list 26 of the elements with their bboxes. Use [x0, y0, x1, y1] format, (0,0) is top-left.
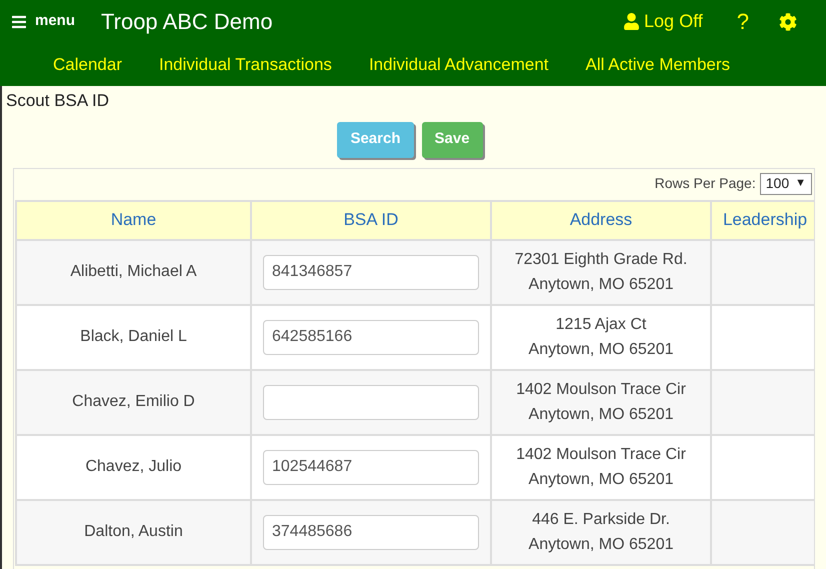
- settings-icon: [779, 12, 797, 30]
- menu-icon: [11, 14, 27, 30]
- column-header: Address: [491, 200, 711, 240]
- column-header: BSA ID: [251, 200, 491, 240]
- help-button[interactable]: ?: [736, 5, 749, 38]
- bsa-id-field[interactable]: 841346857: [263, 254, 479, 290]
- bsa-id-field[interactable]: 102544687: [263, 450, 479, 484]
- nav-link[interactable]: Individual Advancement: [368, 52, 548, 78]
- rows-per-page-select[interactable]: 100 ▼: [760, 172, 812, 194]
- menu-button[interactable]: menu: [11, 10, 76, 33]
- rows-per-page-label: Rows Per Page:: [654, 174, 756, 193]
- table-cell: 446 E. Parkside Dr. Anytown, MO 65201: [491, 500, 711, 564]
- bsa-id-field[interactable]: 642585166: [263, 320, 479, 354]
- settings-button[interactable]: [779, 12, 797, 30]
- nav-link[interactable]: Individual Transactions: [159, 52, 332, 78]
- user-icon: [623, 13, 640, 30]
- column-header: Name: [16, 200, 251, 240]
- column-header: Leadership: [711, 200, 814, 240]
- bsa-id-field[interactable]: [263, 384, 479, 420]
- nav-link[interactable]: Calendar: [53, 52, 122, 78]
- table-cell: Dalton, Austin: [16, 500, 251, 564]
- nav-link[interactable]: All Active Members: [586, 52, 730, 78]
- log-off-button[interactable]: Log Off: [623, 8, 703, 35]
- app-title: Troop ABC Demo: [101, 8, 273, 36]
- bsa-id-field[interactable]: 374485686: [263, 514, 479, 550]
- page-title: Scout BSA ID: [5, 90, 109, 112]
